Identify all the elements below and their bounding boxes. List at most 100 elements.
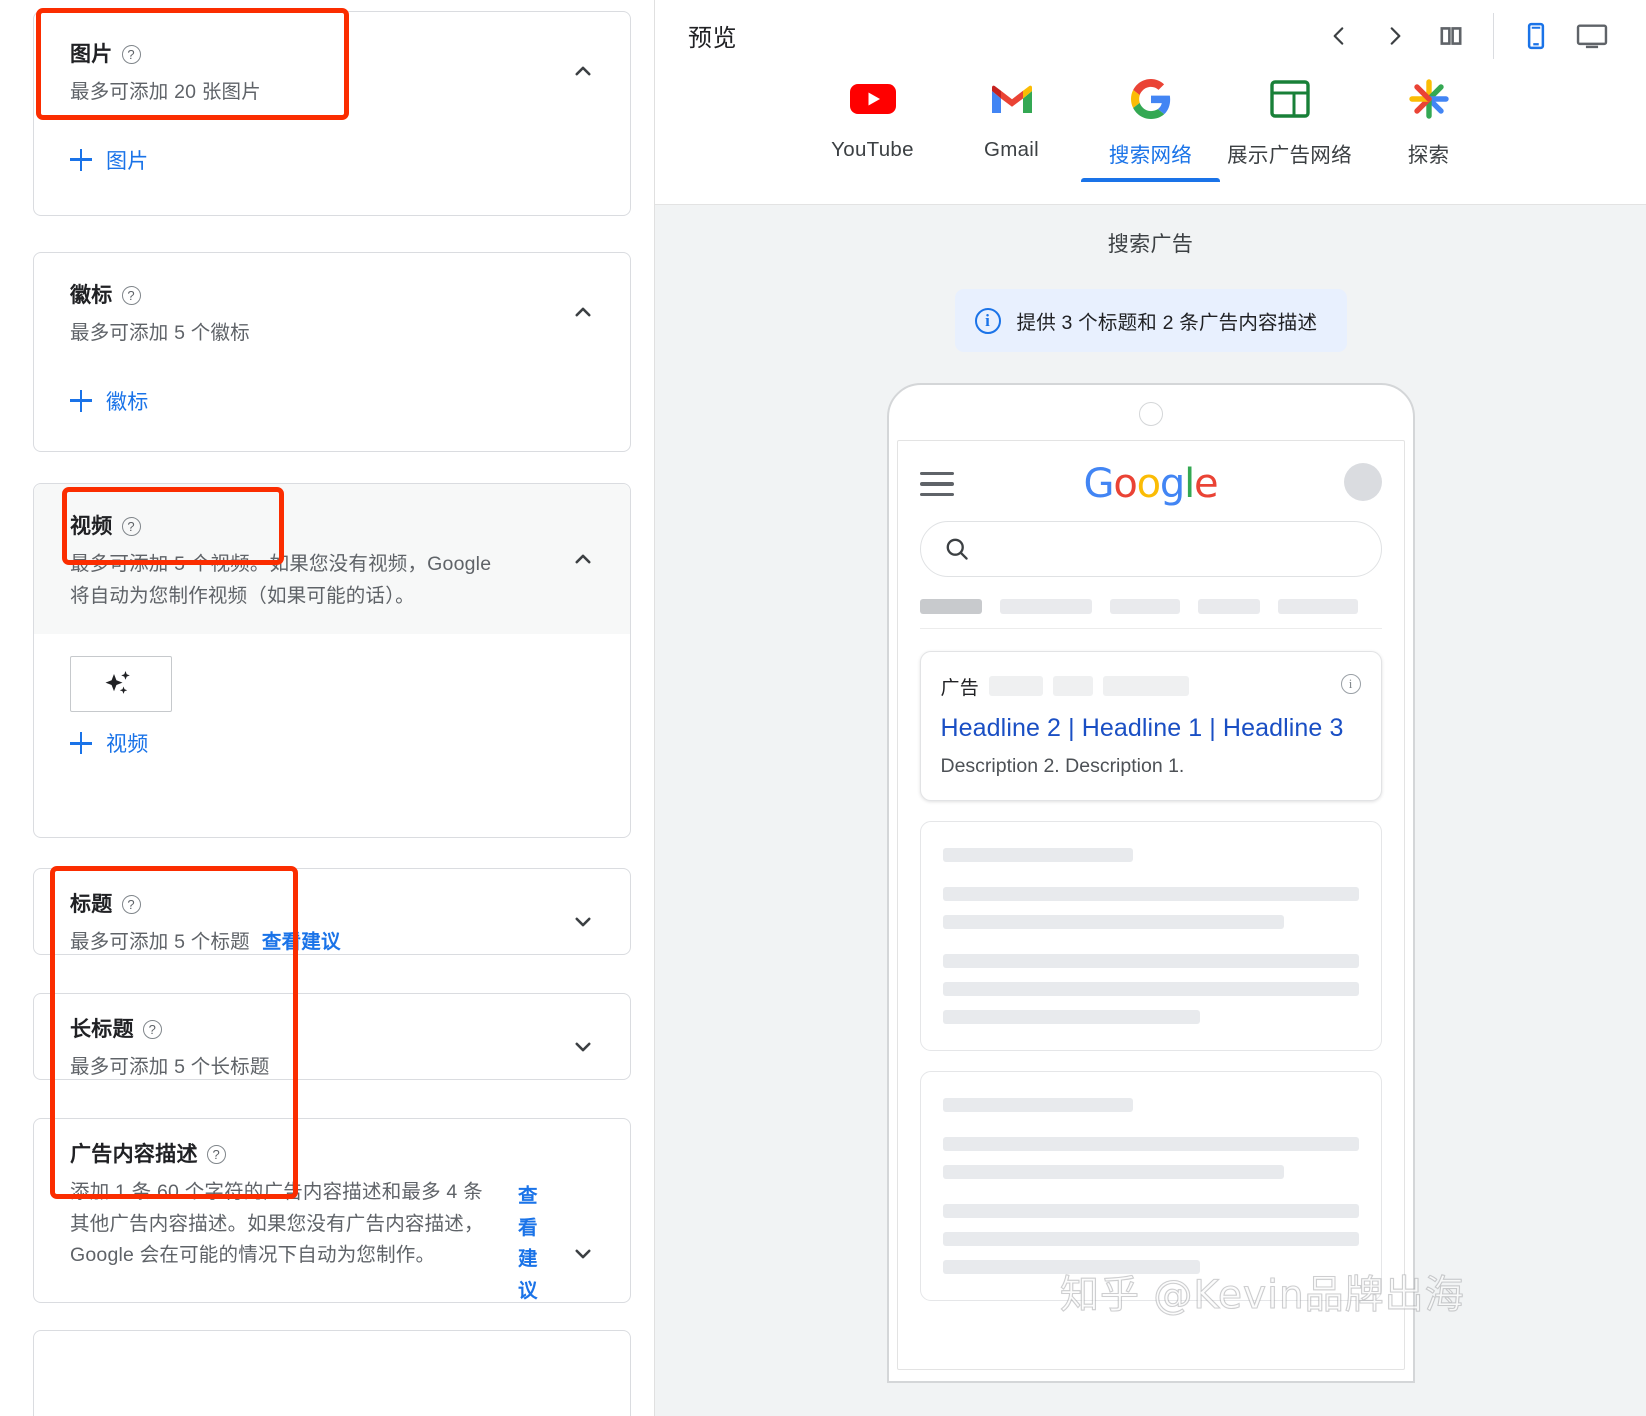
help-icon[interactable]: ?	[121, 516, 141, 536]
asset-sections-panel: 图片 ? 最多可添加 20 张图片 图片 徽标 ? 最多可添加 5 个徽标 徽标…	[0, 0, 655, 1416]
filter-chip[interactable]	[1197, 599, 1260, 614]
section-card-long-headlines[interactable]: 长标题 ? 最多可添加 5 个长标题	[33, 993, 631, 1080]
chevron-left-icon	[1333, 27, 1344, 45]
section-title-text: 视频	[70, 515, 113, 538]
tab-display-network[interactable]: 展示广告网络	[1220, 72, 1359, 182]
skeleton-line	[942, 982, 1359, 996]
desktop-preview-button[interactable]	[1564, 8, 1620, 64]
url-placeholder	[988, 676, 1043, 696]
section-card-descriptions[interactable]: 广告内容描述 ? 添加 1 条 60 个字符的广告内容描述和最多 4 条其他广告…	[33, 1118, 631, 1303]
preview-panel: 预览 YouTube Gmail 搜索网络 展示广告网络 探索 搜索广告 i 提…	[655, 0, 1646, 1416]
view-suggestions-link-headlines[interactable]: 查看建议	[262, 931, 341, 953]
google-app-bar: Google	[919, 441, 1382, 515]
help-icon[interactable]: ?	[206, 1144, 226, 1164]
section-subtitle-descriptions: 添加 1 条 60 个字符的广告内容描述和最多 4 条其他广告内容描述。如果您没…	[70, 1181, 484, 1267]
search-input[interactable]	[919, 521, 1382, 577]
tab-gmail[interactable]: Gmail	[942, 72, 1081, 182]
tab-youtube[interactable]: YouTube	[803, 72, 942, 182]
section-title-logos: 徽标 ?	[70, 279, 141, 309]
help-icon[interactable]: ?	[121, 894, 141, 914]
mobile-preview-button[interactable]	[1508, 8, 1564, 64]
skeleton-line	[942, 887, 1359, 901]
section-title-headlines: 标题 ?	[70, 888, 141, 918]
help-icon[interactable]: ?	[121, 285, 141, 305]
section-card-headlines[interactable]: 标题 ? 最多可添加 5 个标题 查看建议	[33, 868, 631, 955]
filter-chip[interactable]	[919, 599, 982, 614]
section-body-logos: 徽标	[34, 372, 630, 456]
section-body-videos: 视频	[34, 634, 630, 798]
display-network-icon	[1269, 72, 1310, 126]
skeleton-line	[942, 1204, 1359, 1218]
help-icon[interactable]: ?	[121, 44, 141, 64]
section-header-descriptions[interactable]: 广告内容描述 ? 添加 1 条 60 个字符的广告内容描述和最多 4 条其他广告…	[34, 1119, 630, 1302]
watermark-text: 知乎 @Kevin品牌出海	[1059, 1272, 1465, 1318]
info-icon: i	[974, 307, 1001, 334]
skeleton-line	[942, 848, 1133, 862]
expand-chevron-down-icon[interactable]	[566, 905, 600, 939]
collapse-chevron-up-icon[interactable]	[566, 295, 600, 329]
help-icon[interactable]: ?	[142, 1019, 162, 1039]
preview-body: 搜索广告 i 提供 3 个标题和 2 条广告内容描述 Google 广告 i H…	[655, 205, 1646, 1416]
section-header-videos[interactable]: 视频 ? 最多可添加 5 个视频。如果您没有视频，Google 将自动为您制作视…	[34, 484, 630, 635]
hamburger-menu-icon[interactable]	[919, 471, 954, 497]
search-ad-preview-card[interactable]: 广告 i Headline 2 | Headline 1 | Headline …	[919, 651, 1382, 801]
split-view-button[interactable]	[1423, 8, 1479, 64]
ad-card-top-row: 广告 i	[941, 672, 1361, 700]
section-header-long-headlines[interactable]: 长标题 ? 最多可添加 5 个长标题	[34, 994, 630, 1100]
skeleton-line	[942, 954, 1359, 968]
section-title-images: 图片 ?	[70, 38, 141, 68]
collapse-chevron-up-icon[interactable]	[566, 542, 600, 576]
watermark: 知乎 @Kevin品牌出海	[1059, 1264, 1465, 1320]
avatar[interactable]	[1343, 463, 1382, 501]
filter-chip[interactable]	[999, 599, 1092, 614]
section-card-images: 图片 ? 最多可添加 20 张图片 图片	[33, 11, 631, 216]
section-card-next-partial	[33, 1330, 631, 1416]
section-header-headlines[interactable]: 标题 ? 最多可添加 5 个标题 查看建议	[34, 869, 630, 975]
section-card-videos: 视频 ? 最多可添加 5 个视频。如果您没有视频，Google 将自动为您制作视…	[33, 483, 631, 838]
tab-discover[interactable]: 探索	[1359, 72, 1498, 182]
filter-chip[interactable]	[1277, 599, 1358, 614]
url-placeholder	[1102, 676, 1189, 696]
filter-chip[interactable]	[1109, 599, 1180, 614]
skeleton-line	[942, 1098, 1133, 1112]
plus-icon	[70, 148, 92, 171]
prev-preview-button[interactable]	[1311, 8, 1367, 64]
section-subtitle-images: 最多可添加 20 张图片	[70, 81, 261, 103]
add-video-button[interactable]: 视频	[70, 718, 149, 768]
desktop-device-icon	[1576, 24, 1608, 49]
chevron-right-icon	[1390, 27, 1401, 45]
tab-search-network[interactable]: 搜索网络	[1081, 72, 1220, 182]
info-banner-text: 提供 3 个标题和 2 条广告内容描述	[1016, 312, 1318, 334]
ad-info-icon[interactable]: i	[1340, 674, 1361, 694]
ad-headline[interactable]: Headline 2 | Headline 1 | Headline 3	[941, 714, 1361, 743]
view-suggestions-link-descriptions[interactable]: 查看建议	[518, 1181, 544, 1307]
tab-label: 探索	[1407, 144, 1450, 167]
section-card-logos: 徽标 ? 最多可添加 5 个徽标 徽标	[33, 252, 631, 452]
section-header-images[interactable]: 图片 ? 最多可添加 20 张图片	[34, 12, 630, 131]
add-image-button[interactable]: 图片	[70, 135, 149, 185]
info-banner: i 提供 3 个标题和 2 条广告内容描述	[954, 289, 1347, 352]
add-logo-button[interactable]: 徽标	[70, 376, 149, 426]
expand-chevron-down-icon[interactable]	[566, 1030, 600, 1064]
phone-screen: Google 广告 i Headline 2 | Headline 1 | He…	[896, 440, 1405, 1370]
skeleton-line	[942, 1137, 1359, 1151]
section-subtitle-headlines: 最多可添加 5 个标题 查看建议	[70, 927, 560, 959]
section-title-text: 广告内容描述	[70, 1143, 198, 1166]
phone-camera-notch	[1138, 402, 1163, 426]
add-logo-label: 徽标	[106, 390, 149, 414]
preview-toolbar	[1311, 8, 1620, 64]
section-header-logos[interactable]: 徽标 ? 最多可添加 5 个徽标	[34, 253, 630, 372]
skeleton-line	[942, 915, 1284, 929]
skeleton-line	[942, 1232, 1359, 1246]
tab-label: 搜索网络	[1108, 144, 1193, 167]
auto-video-thumbnail[interactable]	[70, 656, 172, 713]
sparkle-icon	[105, 671, 130, 695]
section-title-text: 图片	[70, 43, 113, 66]
channel-tab-list: YouTube Gmail 搜索网络 展示广告网络 探索	[655, 72, 1646, 182]
section-title-text: 徽标	[70, 284, 113, 307]
expand-chevron-down-icon[interactable]	[566, 1237, 600, 1271]
collapse-chevron-up-icon[interactable]	[566, 54, 600, 88]
next-preview-button[interactable]	[1367, 8, 1423, 64]
skeleton-line	[942, 1010, 1201, 1024]
search-icon	[946, 538, 968, 560]
